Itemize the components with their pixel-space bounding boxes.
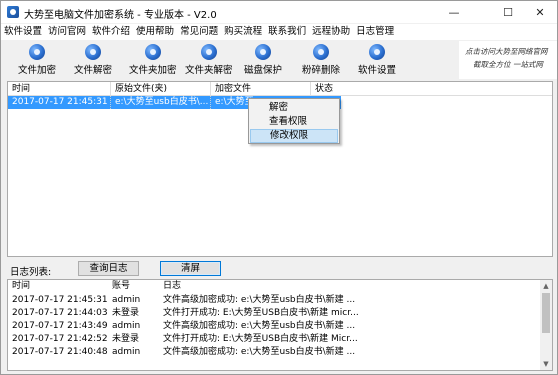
context-menu-modify-permissions[interactable]: 修改权限: [250, 129, 338, 143]
window-title: 大势至电脑文件加密系统 - 专业版本 - V2.0: [24, 10, 217, 21]
log-list-header: 时间 账号 日志: [8, 280, 552, 293]
file-decrypt-button[interactable]: 文件解密: [74, 44, 112, 76]
log-cell-time: 2017-07-17 21:42:52: [12, 334, 108, 344]
menu-faq[interactable]: 常见问题: [177, 24, 221, 40]
log-cell-text: 文件打开成功: E:\大势至USB白皮书\新建 Micr...: [163, 334, 358, 344]
log-list-label: 日志列表:: [10, 267, 52, 278]
log-cell-account: 未登录: [112, 334, 140, 344]
folder-encrypt-button[interactable]: 文件夹加密: [129, 44, 177, 76]
menu-remote-assist[interactable]: 远程协助: [309, 24, 353, 40]
table-row[interactable]: 2017-07-17 21:44:03 未登录 文件打开成功: E:\大势至US…: [8, 307, 552, 320]
close-button[interactable]: ✕: [521, 1, 558, 23]
log-cell-time: 2017-07-17 21:45:31: [12, 295, 108, 305]
log-cell-account: admin: [112, 295, 141, 305]
folder-unlock-icon: [200, 44, 217, 60]
menu-help[interactable]: 使用帮助: [133, 24, 177, 40]
cell-original: e:\大势至usb白皮书\...: [111, 96, 211, 109]
log-cell-account: 未登录: [112, 308, 140, 318]
table-row[interactable]: 2017-07-17 21:40:48 admin 文件高级加密成功: e:\大…: [8, 346, 552, 359]
log-cell-text: 文件高级加密成功: e:\大势至usb白皮书\新建 ...: [163, 295, 356, 305]
query-log-button[interactable]: 查询日志: [78, 261, 139, 276]
log-cell-time: 2017-07-17 21:43:49: [12, 321, 108, 331]
scrollbar-thumb[interactable]: [542, 293, 550, 333]
menu-bar: 软件设置 访问官网 软件介绍 使用帮助 常见问题 购买流程 联系我们 远程协助 …: [1, 24, 557, 40]
menu-software-settings[interactable]: 软件设置: [1, 24, 45, 40]
menu-visit-website[interactable]: 访问官网: [45, 24, 89, 40]
file-encrypt-button[interactable]: 文件加密: [18, 44, 56, 76]
folder-encrypt-label: 文件夹加密: [129, 65, 177, 76]
disk-shield-icon: [255, 44, 271, 60]
software-settings-button[interactable]: 软件设置: [358, 44, 396, 76]
column-header-encrypted[interactable]: 加密文件: [211, 82, 311, 96]
gear-icon: [369, 44, 385, 60]
log-cell-time: 2017-07-17 21:44:03: [12, 308, 108, 318]
file-decrypt-label: 文件解密: [74, 65, 113, 76]
disk-protect-button[interactable]: 磁盘保护: [244, 44, 282, 76]
context-menu-view-permissions[interactable]: 查看权限: [250, 115, 338, 129]
software-settings-label: 软件设置: [358, 65, 397, 76]
cell-time: 2017-07-17 21:45:31: [8, 96, 111, 109]
folder-decrypt-button[interactable]: 文件夹解密: [185, 44, 233, 76]
file-list-header: 时间 原始文件(夹) 加密文件 状态: [8, 82, 552, 96]
slogan-line-1: 点击访问大势至网络官网: [465, 47, 548, 56]
scroll-up-icon[interactable]: ▲: [540, 280, 552, 292]
menu-software-intro[interactable]: 软件介绍: [89, 24, 133, 40]
minimize-button[interactable]: —: [435, 1, 473, 23]
disk-protect-label: 磁盘保护: [244, 65, 283, 76]
menu-contact[interactable]: 联系我们: [265, 24, 309, 40]
menu-log-management[interactable]: 日志管理: [353, 24, 397, 40]
table-row[interactable]: 2017-07-17 21:45:31 admin 文件高级加密成功: e:\大…: [8, 294, 552, 307]
column-header-status[interactable]: 状态: [311, 82, 351, 96]
file-encrypt-label: 文件加密: [18, 65, 57, 76]
app-logo-icon: [7, 6, 19, 18]
log-scrollbar[interactable]: ▲ ▼: [540, 280, 552, 370]
log-cell-account: admin: [112, 321, 141, 331]
log-cell-account: admin: [112, 347, 141, 357]
log-cell-time: 2017-07-17 21:40:48: [12, 347, 108, 357]
log-header-time[interactable]: 时间: [8, 280, 30, 293]
column-header-original[interactable]: 原始文件(夹): [111, 82, 211, 96]
slogan-banner[interactable]: 点击访问大势至网络官网 截取全方位 一站式网: [459, 41, 557, 79]
menu-purchase[interactable]: 购买流程: [221, 24, 265, 40]
log-cell-text: 文件打开成功: E:\大势至USB白皮书\新建 micr...: [163, 308, 359, 318]
shred-delete-label: 粉碎删除: [302, 65, 341, 76]
slogan-line-2: 截取全方位 一站式网: [473, 60, 543, 69]
clear-screen-button[interactable]: 清屏: [160, 261, 221, 276]
table-row[interactable]: 2017-07-17 21:43:49 admin 文件高级加密成功: e:\大…: [8, 320, 552, 333]
lock-icon: [29, 44, 45, 60]
log-header-account[interactable]: 账号: [108, 280, 130, 293]
column-header-time[interactable]: 时间: [8, 82, 111, 96]
shred-icon: [313, 44, 329, 60]
shred-delete-button[interactable]: 粉碎删除: [302, 44, 340, 76]
folder-decrypt-label: 文件夹解密: [185, 65, 233, 76]
log-cell-text: 文件高级加密成功: e:\大势至usb白皮书\新建 ...: [163, 347, 356, 357]
log-cell-text: 文件高级加密成功: e:\大势至usb白皮书\新建 ...: [163, 321, 356, 331]
app-window: 大势至电脑文件加密系统 - 专业版本 - V2.0 — ☐ ✕ 软件设置 访问官…: [0, 0, 558, 375]
table-row[interactable]: 2017-07-17 21:42:52 未登录 文件打开成功: E:\大势至US…: [8, 333, 552, 346]
scroll-down-icon[interactable]: ▼: [540, 358, 552, 370]
unlock-icon: [85, 44, 101, 60]
title-bar: 大势至电脑文件加密系统 - 专业版本 - V2.0 — ☐ ✕: [1, 1, 557, 23]
folder-lock-icon: [144, 44, 161, 60]
context-menu: 解密 查看权限 修改权限: [248, 98, 340, 144]
log-header-log[interactable]: 日志: [159, 280, 181, 293]
log-list[interactable]: 时间 账号 日志 2017-07-17 21:45:31 admin 文件高级加…: [7, 279, 553, 371]
context-menu-decrypt[interactable]: 解密: [250, 101, 338, 115]
